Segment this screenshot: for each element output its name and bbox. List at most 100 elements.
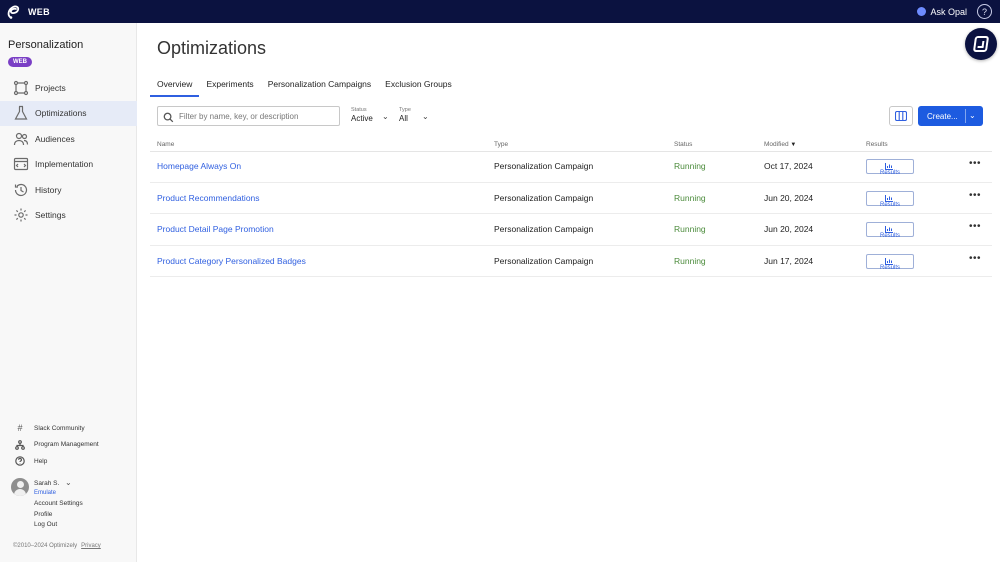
product-name: WEB	[28, 6, 50, 17]
search-icon	[163, 110, 175, 123]
type-dropdown[interactable]: Type All ⌄	[399, 107, 429, 123]
sidebar-title: Personalization	[8, 39, 84, 51]
main-content: Optimizations Overview Experiments Perso…	[137, 23, 1000, 562]
row-status: Running	[674, 224, 706, 234]
results-button[interactable]: Results	[866, 222, 914, 239]
row-name-link[interactable]: Homepage Always On	[157, 161, 241, 171]
privacy-link[interactable]: Privacy	[81, 543, 101, 549]
row-modified: Oct 17, 2024	[764, 161, 813, 171]
profile-link[interactable]: Profile	[34, 510, 83, 521]
type-dropdown-label: Type	[399, 107, 411, 113]
row-type: Personalization Campaign	[494, 255, 594, 266]
help-link[interactable]: Help	[14, 453, 99, 470]
sidebar-item-label: Settings	[35, 210, 66, 221]
column-header-type[interactable]: Type	[494, 141, 508, 148]
history-icon	[12, 181, 30, 199]
columns-icon	[895, 111, 907, 121]
more-options-icon[interactable]: •••	[969, 190, 981, 201]
results-button[interactable]: Results	[866, 190, 914, 208]
results-button-label: Results	[879, 201, 900, 208]
sidebar-item-history[interactable]: History	[0, 177, 137, 203]
column-header-status[interactable]: Status	[674, 141, 692, 148]
help-icon	[14, 455, 26, 467]
optimizely-logo-icon[interactable]	[6, 4, 22, 20]
row-modified: Jun 20, 2024	[764, 192, 814, 203]
user-name[interactable]: Sarah S.	[34, 480, 59, 487]
page-title: Optimizations	[157, 38, 267, 58]
row-name-link[interactable]: Product Detail Page Promotion	[157, 224, 274, 234]
opal-icon[interactable]	[917, 7, 927, 16]
row-status: Running	[674, 161, 706, 171]
bar-chart-icon	[884, 257, 893, 265]
filter-box	[157, 106, 340, 126]
tab-overview[interactable]: Overview	[150, 75, 200, 97]
tab-exclusion-groups[interactable]: Exclusion Groups	[378, 75, 459, 97]
chevron-down-icon[interactable]: ⌄	[65, 478, 72, 487]
link-label: Program Management	[34, 441, 99, 449]
row-name-link[interactable]: Product Recommendations	[157, 193, 260, 203]
link-label: Help	[34, 457, 48, 465]
sidebar-item-optimizations[interactable]: Optimizations	[0, 100, 137, 126]
table-row: Homepage Always On Personalization Campa…	[150, 151, 992, 183]
sidebar-item-label: Optimizations	[35, 108, 87, 119]
org-chart-icon	[14, 439, 26, 451]
column-header-results: Results	[866, 141, 888, 148]
status-dropdown[interactable]: Status Active ⌄	[351, 107, 389, 123]
create-button[interactable]: Create... ⌄	[918, 106, 983, 126]
logout-link[interactable]: Log Out	[34, 520, 83, 531]
row-type: Personalization Campaign	[494, 224, 594, 234]
table-row: Product Recommendations Personalization …	[150, 183, 992, 214]
flask-icon	[12, 104, 30, 122]
bar-chart-icon	[884, 226, 893, 233]
column-header-name[interactable]: Name	[157, 141, 174, 148]
column-header-modified[interactable]: Modified ▼	[764, 141, 796, 148]
program-management-link[interactable]: Program Management	[14, 437, 99, 454]
table-row: Product Detail Page Promotion Personaliz…	[150, 214, 992, 246]
hash-icon: #	[17, 423, 23, 434]
table-row: Product Category Personalized Badges Per…	[150, 246, 992, 277]
gear-icon	[12, 206, 30, 224]
more-options-icon[interactable]: •••	[969, 221, 981, 232]
sidebar-links: # Slack Community Program Management Hel…	[14, 420, 99, 470]
more-options-icon[interactable]: •••	[969, 158, 981, 169]
slack-community-link[interactable]: # Slack Community	[14, 420, 99, 437]
chevron-down-icon: ⌄	[969, 111, 976, 120]
account-settings-link[interactable]: Account Settings	[34, 499, 83, 510]
sidebar-item-projects[interactable]: Projects	[0, 75, 137, 101]
row-type: Personalization Campaign	[494, 161, 594, 171]
emulate-link[interactable]: Emulate	[34, 490, 56, 496]
sidebar-item-implementation[interactable]: Implementation	[0, 152, 137, 178]
search-input[interactable]	[179, 111, 329, 121]
sidebar-item-label: Projects	[35, 82, 66, 93]
column-header-modified-label: Modified	[764, 141, 789, 148]
results-button[interactable]: Results	[866, 253, 914, 271]
status-dropdown-label: Status	[351, 107, 367, 113]
opal-assistant-button[interactable]	[965, 28, 997, 60]
help-icon[interactable]: ?	[977, 4, 992, 19]
type-dropdown-value: All	[399, 114, 408, 123]
avatar[interactable]	[11, 478, 29, 496]
tab-bar: Overview Experiments Personalization Cam…	[150, 75, 459, 97]
chevron-down-icon: ⌄	[382, 112, 389, 121]
row-modified: Jun 17, 2024	[764, 255, 814, 266]
tab-personalization-campaigns[interactable]: Personalization Campaigns	[261, 75, 378, 97]
status-dropdown-value: Active	[351, 114, 373, 123]
more-options-icon[interactable]: •••	[969, 253, 981, 264]
create-button-label: Create...	[927, 111, 958, 121]
sidebar-item-settings[interactable]: Settings	[0, 203, 137, 229]
platform-badge: WEB	[8, 57, 32, 67]
columns-button[interactable]	[889, 106, 913, 126]
sidebar-item-label: History	[35, 184, 62, 195]
row-status: Running	[674, 255, 706, 266]
tab-experiments[interactable]: Experiments	[199, 75, 260, 97]
row-status: Running	[674, 192, 706, 203]
chevron-down-icon: ⌄	[422, 112, 429, 121]
results-button[interactable]: Results	[866, 159, 914, 176]
results-button-label: Results	[879, 170, 900, 176]
code-window-icon	[12, 155, 30, 173]
bar-chart-icon	[884, 194, 893, 202]
sidebar-item-audiences[interactable]: Audiences	[0, 126, 137, 152]
ask-opal-link[interactable]: Ask Opal	[930, 7, 967, 17]
sidebar-item-label: Audiences	[35, 133, 75, 144]
row-name-link[interactable]: Product Category Personalized Badges	[157, 256, 306, 266]
